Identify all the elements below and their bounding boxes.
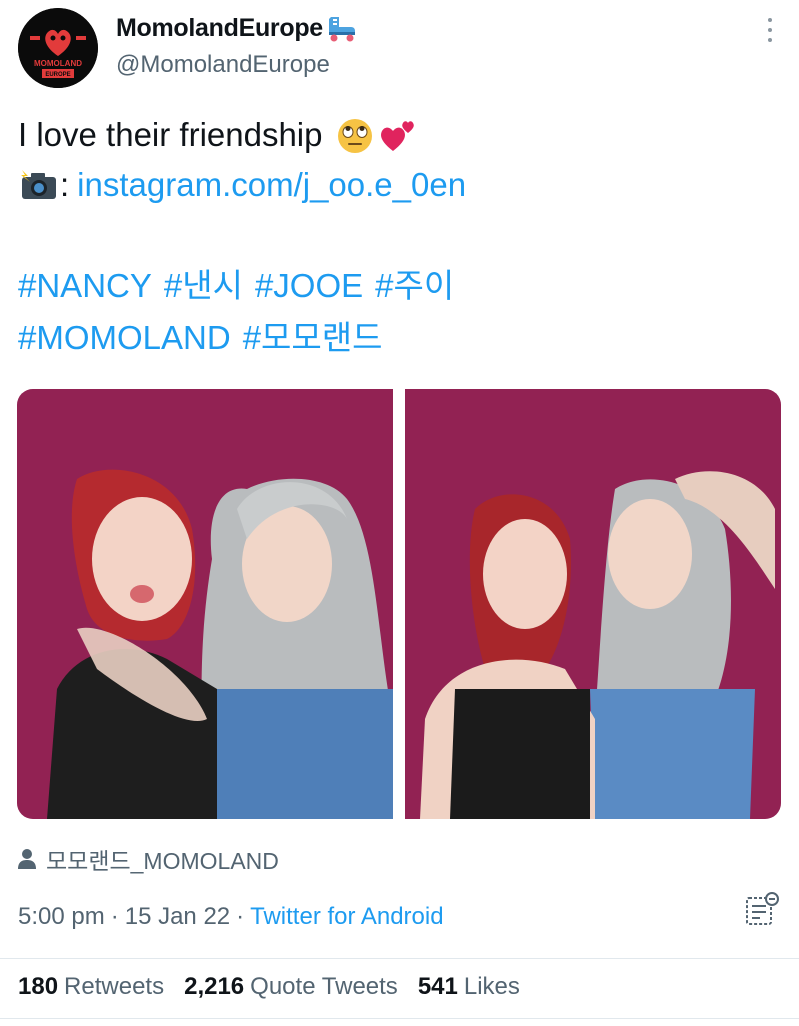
display-name-text: MomolandEurope xyxy=(116,13,323,42)
hashtag-momoland[interactable]: #MOMOLAND xyxy=(18,319,231,356)
tweet-line-2: : instagram.com/j_oo.e_0en xyxy=(18,160,788,210)
avatar-text-bottom: EUROPE xyxy=(45,72,70,78)
tweet-line-1: I love their friendship xyxy=(18,110,788,160)
tweet-line-2-prefix: : xyxy=(60,166,70,203)
hashtag-row-2: #MOMOLAND #모모랜드 xyxy=(18,312,788,364)
likes-count: 541 xyxy=(417,973,458,1000)
face-with-rolling-eyes-emoji xyxy=(337,119,372,153)
more-options-button[interactable] xyxy=(760,18,780,42)
quote-tweets-stat[interactable]: 2,216 Quote Tweets xyxy=(184,973,398,1001)
photo-2-image xyxy=(405,389,781,819)
tweet-date[interactable]: 15 Jan 22 xyxy=(125,903,230,931)
more-dot xyxy=(768,18,772,22)
likes-stat[interactable]: 541 Likes xyxy=(418,973,520,1001)
divider xyxy=(0,1018,799,1019)
tweet-meta: 5:00 pm · 15 Jan 22 · Twitter for Androi… xyxy=(18,903,444,931)
analytics-icon xyxy=(746,892,779,925)
likes-label: Likes xyxy=(463,973,520,1000)
retweets-stat[interactable]: 180 Retweets xyxy=(18,973,164,1001)
retweets-label: Retweets xyxy=(64,973,165,1000)
tagged-user-name: 모모랜드_MOMOLAND xyxy=(46,848,279,874)
display-name[interactable]: MomolandEurope xyxy=(116,13,357,43)
roller-skate-emoji xyxy=(328,17,355,42)
tweet-line-1-text: I love their friendship xyxy=(18,116,323,153)
tweet-source[interactable]: Twitter for Android xyxy=(250,903,443,931)
analytics-button[interactable] xyxy=(744,892,780,928)
hashtag-jooe-korean[interactable]: #주이 xyxy=(375,267,454,304)
hashtag-nancy[interactable]: #NANCY xyxy=(18,267,152,304)
photo-1-image xyxy=(17,389,393,819)
user-handle[interactable]: @MomolandEurope xyxy=(116,51,330,79)
instagram-link[interactable]: instagram.com/j_oo.e_0en xyxy=(77,160,466,210)
hashtag-row-1: #NANCY #낸시 #JOOE #주이 xyxy=(18,260,788,312)
hashtag-nancy-korean[interactable]: #낸시 xyxy=(164,267,243,304)
tagged-users[interactable]: 모모랜드_MOMOLAND xyxy=(18,842,279,876)
momoland-europe-logo: MOMOLAND EUROPE xyxy=(18,8,98,88)
hashtag-jooe[interactable]: #JOOE xyxy=(255,267,363,304)
person-icon xyxy=(18,849,36,869)
avatar[interactable]: MOMOLAND EUROPE xyxy=(18,8,98,88)
more-dot xyxy=(768,28,772,32)
hashtags: #NANCY #낸시 #JOOE #주이 #MOMOLAND #모모랜드 xyxy=(18,260,788,364)
meta-separator: · xyxy=(110,903,119,930)
tweet-time[interactable]: 5:00 pm xyxy=(18,903,105,931)
divider xyxy=(0,958,799,959)
tweet-photo-2[interactable] xyxy=(405,389,781,819)
tweet-photo-1[interactable] xyxy=(17,389,393,819)
tweet-stats: 180 Retweets 2,216 Quote Tweets 541 Likes xyxy=(18,973,540,1001)
more-dot xyxy=(768,38,772,42)
camera-with-flash-emoji xyxy=(21,170,56,199)
tweet-text: I love their friendship : instagram.com/… xyxy=(18,110,788,210)
quote-tweets-count: 2,216 xyxy=(184,973,245,1000)
hashtag-momoland-korean[interactable]: #모모랜드 xyxy=(243,319,383,356)
quote-tweets-label: Quote Tweets xyxy=(250,973,398,1000)
avatar-text-top: MOMOLAND xyxy=(34,59,82,68)
meta-separator: · xyxy=(236,903,245,930)
retweets-count: 180 xyxy=(18,973,59,1000)
two-hearts-emoji xyxy=(380,121,414,151)
